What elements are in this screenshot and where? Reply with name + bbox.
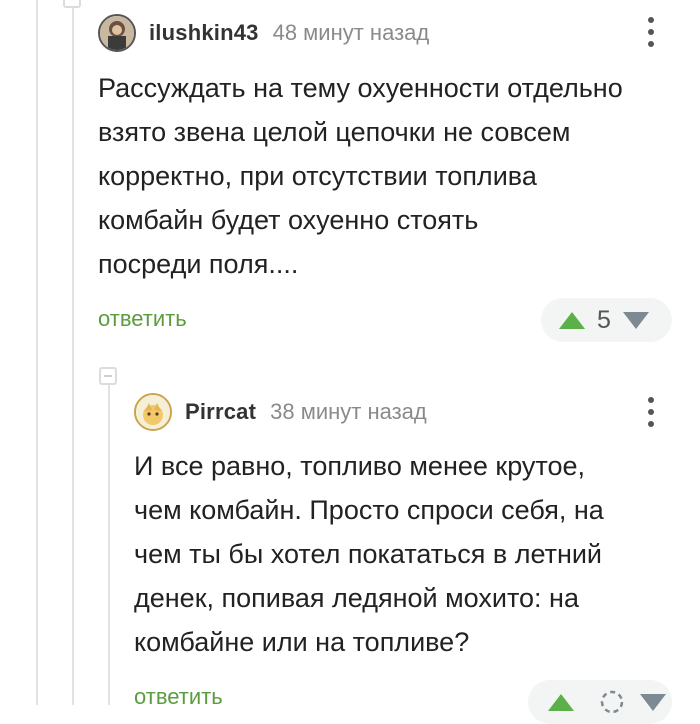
username[interactable]: Pirrcat xyxy=(185,399,256,425)
avatar[interactable] xyxy=(98,14,136,52)
more-options-icon[interactable] xyxy=(645,397,655,427)
reply-button[interactable]: ответить xyxy=(98,306,187,332)
rating-widget xyxy=(528,680,672,724)
thread-line-parent xyxy=(72,0,74,705)
upvote-icon[interactable] xyxy=(548,693,574,711)
collapse-reply-button[interactable] xyxy=(99,367,117,385)
loading-icon xyxy=(600,690,624,714)
downvote-icon[interactable] xyxy=(640,693,666,711)
username[interactable]: ilushkin43 xyxy=(149,20,259,46)
avatar[interactable] xyxy=(134,393,172,431)
comment-text: И все равно, топливо менее крутое, чем к… xyxy=(134,451,604,657)
thread-line-outer xyxy=(36,0,38,705)
comment-header: ilushkin43 48 минут назад xyxy=(98,14,429,52)
downvote-icon[interactable] xyxy=(622,311,649,329)
thread-line-reply xyxy=(108,385,110,705)
more-options-icon[interactable] xyxy=(645,17,655,47)
timestamp[interactable]: 38 минут назад xyxy=(270,399,427,425)
comment-text: Рассуждать на тему охуенности отдельно в… xyxy=(98,73,623,279)
upvote-icon[interactable] xyxy=(559,311,585,329)
collapse-top-button[interactable] xyxy=(63,0,81,8)
comment-header: Pirrcat 38 минут назад xyxy=(134,393,427,431)
rating-score: 5 xyxy=(597,305,611,334)
timestamp[interactable]: 48 минут назад xyxy=(273,20,430,46)
rating-widget: 5 xyxy=(541,298,672,342)
reply-button[interactable]: ответить xyxy=(134,684,223,710)
